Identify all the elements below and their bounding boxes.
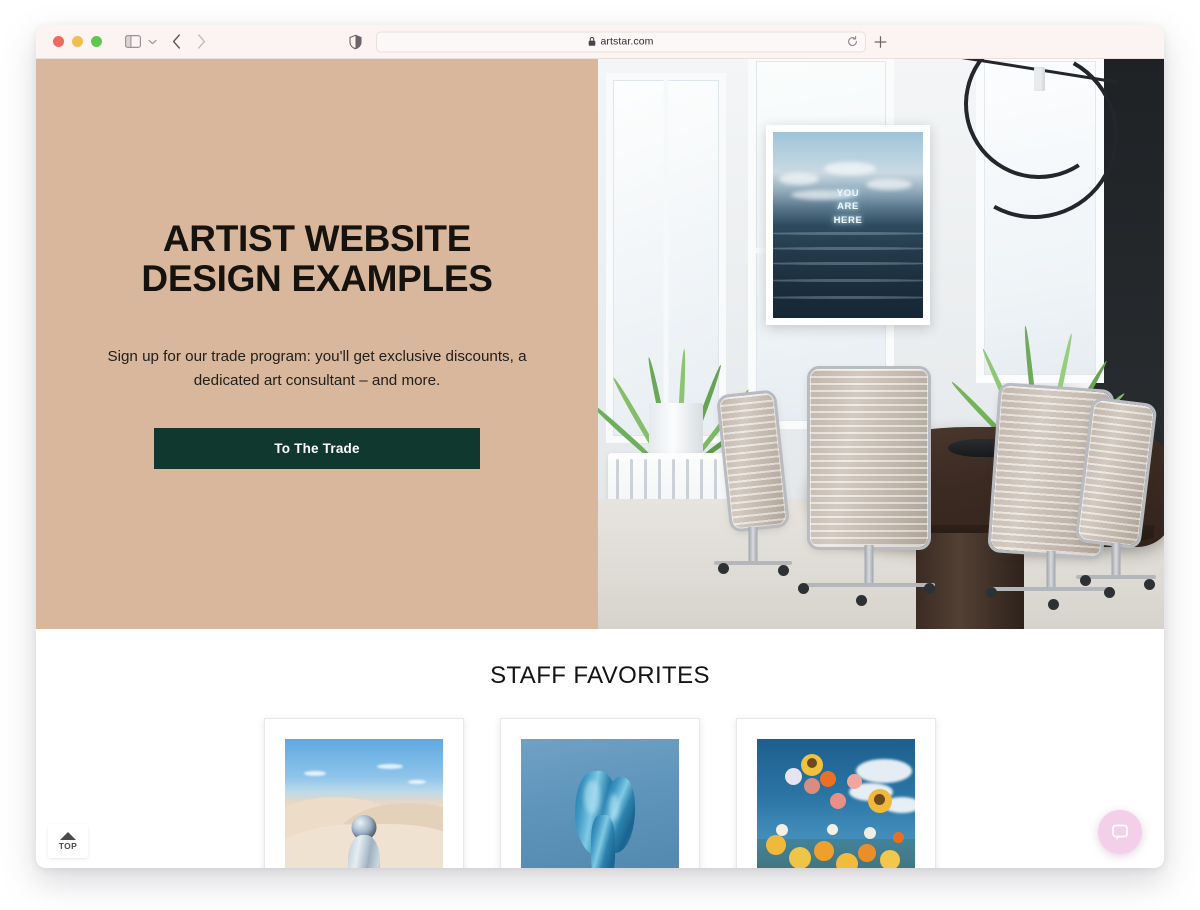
scroll-to-top-button[interactable]: TOP (48, 824, 88, 858)
artwork-mat (748, 730, 924, 868)
favorite-item-2[interactable] (500, 718, 700, 868)
favorites-grid (36, 718, 1164, 868)
blue-draped-fabric-artwork (521, 739, 679, 868)
window-controls (53, 36, 102, 47)
screenshot-root: artstar.com ARTIST WEBSITE DESIGN EXAMPL… (0, 0, 1200, 910)
office-room-scene: YOU ARE HERE (598, 59, 1164, 629)
close-window-button[interactable] (53, 36, 64, 47)
desert-mirror-figure-artwork (285, 739, 443, 868)
plant-pot (649, 403, 703, 459)
hero-photo: YOU ARE HERE (598, 59, 1164, 629)
forward-button[interactable] (197, 34, 206, 49)
pendant-light (924, 59, 1142, 241)
page-content: ARTIST WEBSITE DESIGN EXAMPLES Sign up f… (36, 59, 1164, 868)
url-text: artstar.com (600, 35, 654, 48)
hero-subtitle: Sign up for our trade program: you'll ge… (107, 348, 527, 390)
section-heading: STAFF FAVORITES (490, 662, 710, 689)
office-chair-far-right (1074, 396, 1158, 590)
page-title: ARTIST WEBSITE DESIGN EXAMPLES (141, 217, 493, 299)
neon-line-1: YOU (836, 188, 860, 199)
hero-section: ARTIST WEBSITE DESIGN EXAMPLES Sign up f… (36, 59, 1164, 629)
potted-plant-left (598, 281, 762, 462)
framed-artwork-you-are-here: YOU ARE HERE (766, 125, 930, 325)
staff-favorites-section: STAFF FAVORITES (36, 629, 1164, 868)
favorite-item-3[interactable] (736, 718, 936, 868)
new-tab-button[interactable] (874, 35, 887, 48)
privacy-shield-icon[interactable] (349, 34, 362, 49)
favorite-item-1[interactable] (264, 718, 464, 868)
chevron-down-icon[interactable] (148, 39, 157, 45)
lock-icon (588, 37, 596, 47)
office-chair-center (798, 366, 935, 606)
ceiling-spotlight (1034, 67, 1045, 91)
artwork-frame (264, 718, 464, 868)
chat-bubble-icon (1110, 822, 1130, 842)
office-chair-back-left (714, 389, 792, 576)
artwork-frame (500, 718, 700, 868)
address-bar[interactable]: artstar.com (376, 31, 866, 52)
minimize-window-button[interactable] (72, 36, 83, 47)
artwork-mat (512, 730, 688, 868)
to-the-trade-button[interactable]: To The Trade (154, 428, 480, 470)
artwork-mat (276, 730, 452, 868)
neon-line-2: ARE (837, 201, 859, 213)
wildflower-sky-artwork (757, 739, 915, 868)
neon-line-3: HERE (833, 214, 863, 226)
back-button[interactable] (172, 34, 181, 49)
sidebar-icon[interactable] (125, 35, 141, 48)
artwork-frame (736, 718, 936, 868)
ocean-photo: YOU ARE HERE (773, 132, 923, 318)
address-bar-content: artstar.com (588, 36, 653, 48)
browser-toolbar: artstar.com (36, 25, 1164, 59)
hero-text-panel: ARTIST WEBSITE DESIGN EXAMPLES Sign up f… (36, 59, 598, 629)
maximize-window-button[interactable] (91, 36, 102, 47)
reload-icon[interactable] (847, 36, 858, 47)
chat-widget-button[interactable] (1098, 810, 1142, 854)
browser-window: artstar.com ARTIST WEBSITE DESIGN EXAMPL… (36, 25, 1164, 868)
caret-up-icon (60, 831, 76, 840)
scroll-to-top-label: TOP (58, 840, 78, 851)
artwork-neon-text: YOU ARE HERE (773, 187, 923, 227)
